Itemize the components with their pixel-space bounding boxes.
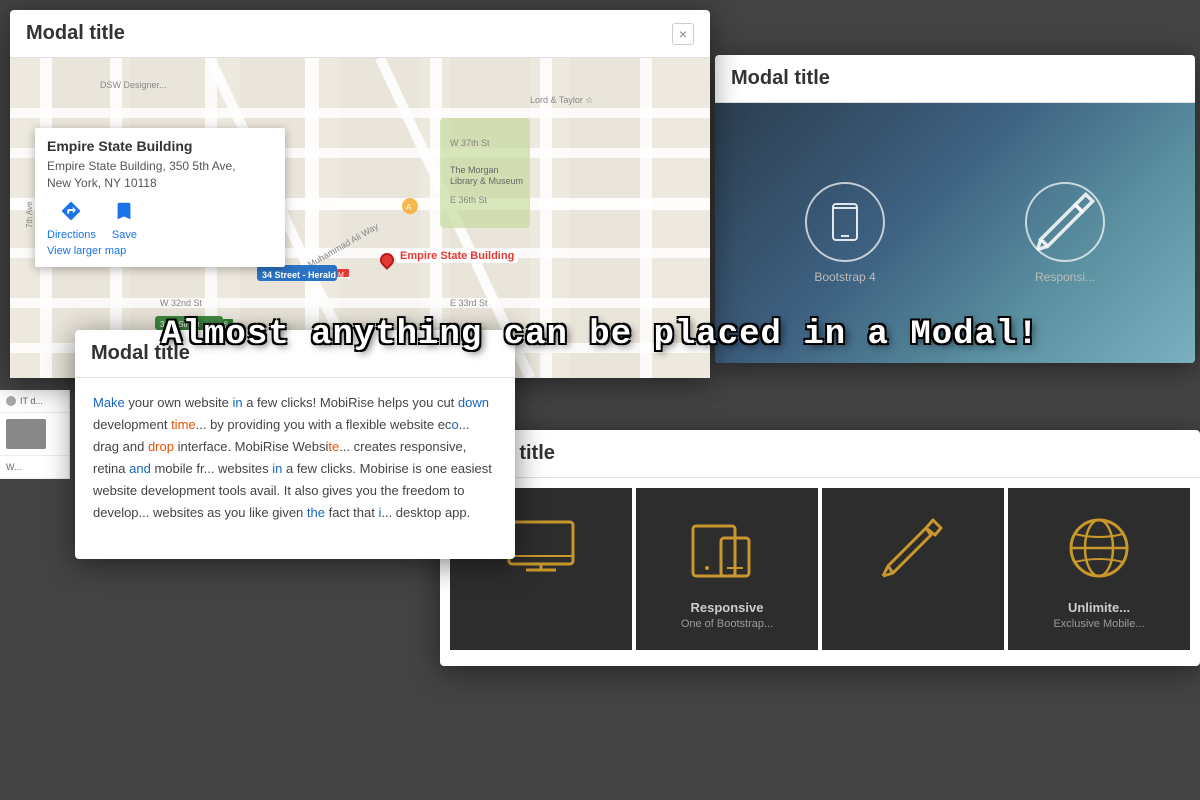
save-icon — [113, 200, 135, 227]
svg-text:B: B — [224, 322, 228, 328]
card-globe-sublabel: Exclusive Mobile... — [1053, 618, 1144, 630]
svg-text:Lord & Taylor ☆: Lord & Taylor ☆ — [530, 95, 593, 105]
text-and1: and — [129, 461, 151, 476]
thumb-item-1: IT d... — [0, 390, 69, 413]
modal-bootstrap-title: Modal title — [731, 67, 830, 90]
svg-text:E 33rd St: E 33rd St — [450, 298, 488, 308]
thumbnail-strip: IT d... W... — [0, 390, 70, 479]
svg-text:W 37th St: W 37th St — [450, 138, 490, 148]
thumb-item-2 — [0, 413, 69, 456]
text-drop: drop — [148, 439, 174, 454]
map-pin-dot — [377, 250, 397, 270]
svg-text:DSW Designer...: DSW Designer... — [100, 80, 167, 90]
svg-text:W 32nd St: W 32nd St — [160, 298, 203, 308]
modal-map-title: Modal title — [26, 22, 125, 45]
svg-text:7th Ave: 7th Ave — [25, 201, 34, 228]
text-in2: in — [272, 461, 282, 476]
card-globe-label: Unlimite... — [1068, 600, 1130, 615]
modal-text-header: Modal title — [75, 330, 515, 378]
modal-text-title: Modal title — [91, 342, 190, 365]
directions-label: Directions — [47, 229, 96, 241]
svg-text:33rd Street: 33rd Street — [160, 320, 200, 329]
map-popup: Empire State Building Empire State Build… — [35, 128, 285, 267]
popup-address: Empire State Building, 350 5th Ave,New Y… — [47, 158, 273, 192]
modal-text: Modal title Make your own website in a f… — [75, 330, 515, 559]
popup-title: Empire State Building — [47, 138, 273, 154]
edit-icon — [873, 508, 953, 588]
svg-text:M: M — [338, 272, 344, 279]
popup-actions: Directions Save — [47, 200, 273, 241]
pencil-icon — [1027, 184, 1103, 260]
modal-icons: Modal title Responsive One of Bootstrap.… — [440, 430, 1200, 666]
bootstrap-image: Bootstrap 4 Responsi... — [715, 103, 1195, 363]
phone-icon-circle — [805, 182, 885, 262]
pencil-icon-circle — [1025, 182, 1105, 262]
text-down: down — [458, 395, 489, 410]
card-responsive-sublabel: One of Bootstrap... — [681, 618, 773, 630]
save-label: Save — [112, 229, 137, 241]
thumb-dot-1 — [6, 396, 16, 406]
modal-text-body: Make your own website in a few clicks! M… — [75, 378, 515, 539]
modal-bootstrap: Modal title Bootstrap 4 Re — [715, 55, 1195, 363]
modal-map: Modal title × — [10, 10, 710, 378]
thumb-item-3: W... — [0, 456, 69, 479]
directions-button[interactable]: Directions — [47, 200, 96, 241]
bootstrap-caption: Bootstrap 4 — [805, 270, 885, 284]
text-the: the — [307, 505, 325, 520]
globe-icon — [1059, 508, 1139, 588]
icon-card-responsive: Responsive One of Bootstrap... — [636, 488, 818, 650]
thumb-text-3: W... — [6, 462, 22, 472]
text-time: time — [171, 417, 196, 432]
pencil-icon-container: Responsi... — [1025, 182, 1105, 284]
svg-text:The Morgan: The Morgan — [450, 165, 499, 175]
map-pin: Empire State Building — [380, 253, 394, 267]
icon-card-edit — [822, 488, 1004, 650]
svg-text:Library & Museum: Library & Museum — [450, 176, 523, 186]
thumb-text-1: IT d... — [20, 396, 43, 406]
view-larger-map-link[interactable]: View larger map — [47, 245, 273, 257]
phone-icon — [823, 200, 867, 244]
thumb-image — [6, 419, 46, 449]
responsive-icon — [687, 508, 767, 588]
save-button[interactable]: Save — [112, 200, 137, 241]
text-te: te — [328, 439, 339, 454]
svg-text:E 36th St: E 36th St — [450, 195, 488, 205]
modal-map-header: Modal title × — [10, 10, 710, 58]
text-in1: in — [232, 395, 242, 410]
text-i: i — [378, 505, 381, 520]
bootstrap-caption2: Responsi... — [1025, 270, 1105, 284]
modal-map-close[interactable]: × — [672, 23, 694, 45]
map-pin-label: Empire State Building — [396, 249, 518, 263]
icons-grid: Responsive One of Bootstrap... Unlimite.… — [440, 478, 1200, 666]
modal-bootstrap-header: Modal title — [715, 55, 1195, 103]
directions-icon — [60, 200, 82, 227]
text-make: Make — [93, 395, 125, 410]
svg-text:A: A — [406, 203, 412, 212]
card-responsive-label: Responsive — [691, 600, 764, 615]
svg-text:34 Street - Herald Sq: 34 Street - Herald Sq — [262, 270, 350, 280]
phone-icon-container: Bootstrap 4 — [805, 182, 885, 284]
text-o: o — [451, 417, 458, 432]
icon-card-globe: Unlimite... Exclusive Mobile... — [1008, 488, 1190, 650]
modal-icons-header: Modal title — [440, 430, 1200, 478]
